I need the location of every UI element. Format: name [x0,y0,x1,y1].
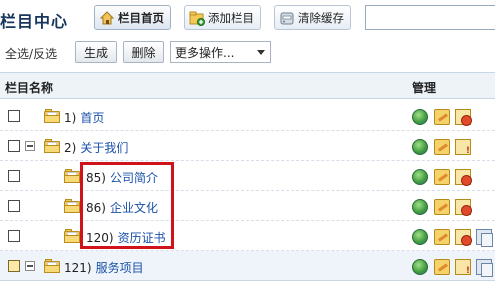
column-home-button[interactable]: 栏目首页 [94,5,171,30]
row-checkbox[interactable] [8,140,20,152]
row-checkbox[interactable] [8,200,20,212]
generate-button[interactable]: 生成 [75,41,117,63]
row-checkbox[interactable] [8,230,20,242]
table-row: 85) 公司简介 [0,161,495,191]
app-title: 栏目中心 [0,12,69,31]
clear-cache-label: 清除缓存 [298,10,344,25]
row-link[interactable]: 服务项目 [96,261,144,275]
chevron-down-icon [257,50,265,55]
column-name-header: 栏目名称 [5,81,54,95]
add-column-button[interactable]: 添加栏目 [184,5,261,30]
collapse-icon[interactable] [25,261,35,271]
edit-icon[interactable] [434,259,450,275]
copy-icon[interactable] [476,229,493,247]
folder-icon [64,199,81,213]
copy-icon[interactable] [476,259,493,277]
table-row: 120) 资历证书 [0,221,495,251]
delete-icon[interactable] [455,229,472,246]
column-home-label: 栏目首页 [118,10,164,25]
delete-icon[interactable] [455,109,472,126]
folder-icon [64,229,81,243]
row-link[interactable]: 首页 [80,111,104,125]
row-checkbox[interactable] [8,110,20,122]
toolbar: 全选/反选 生成 删除 更多操作... [0,40,495,66]
edit-icon[interactable] [434,169,450,185]
invert-selection-link[interactable]: 反选 [33,47,57,61]
table-row: 2) 关于我们 [0,131,495,161]
row-checkbox[interactable] [8,260,20,272]
highlight-box [80,162,174,249]
folder-icon [64,169,81,183]
globe-icon[interactable] [412,109,428,125]
more-actions-value: 更多操作... [175,45,235,60]
add-column-label: 添加栏目 [208,10,254,25]
delete-icon[interactable] [455,169,472,186]
warning-icon[interactable] [455,139,471,156]
table-row: 121) 服务项目 [0,251,495,281]
globe-icon[interactable] [412,229,428,245]
globe-icon[interactable] [412,139,428,155]
row-title: 2) 关于我们 [64,139,128,156]
delete-button[interactable]: 删除 [123,41,164,63]
search-input[interactable] [365,5,495,30]
clear-cache-icon [279,10,295,26]
select-all-link[interactable]: 全选 [5,47,29,61]
edit-icon[interactable] [434,109,450,125]
row-id: 121) [64,261,92,275]
folder-open-icon [44,139,61,153]
home-icon [99,10,115,26]
row-link[interactable]: 关于我们 [80,141,128,155]
collapse-icon[interactable] [25,141,35,151]
edit-icon[interactable] [434,199,450,215]
folder-icon [44,109,61,123]
globe-icon[interactable] [412,199,428,215]
row-title: 121) 服务项目 [64,259,144,276]
edit-icon[interactable] [434,229,450,245]
add-folder-icon [189,10,205,26]
select-controls: 全选/反选 [5,45,57,62]
edit-icon[interactable] [434,139,450,155]
manage-header: 管理 [412,81,437,95]
folder-open-icon [44,259,61,273]
globe-icon[interactable] [412,259,428,275]
warning-icon[interactable] [455,259,471,276]
row-id: 2) [64,141,77,155]
table-header: 栏目名称 管理 [0,72,495,99]
table-row: 1) 首页 [0,101,495,131]
row-checkbox[interactable] [8,170,20,182]
delete-icon[interactable] [455,199,472,216]
top-bar: 栏目中心 栏目首页 添加栏目 清除缓存 [0,0,495,36]
more-actions-select[interactable]: 更多操作... [170,41,271,63]
clear-cache-button[interactable]: 清除缓存 [274,5,351,30]
row-id: 1) [64,111,77,125]
globe-icon[interactable] [412,169,428,185]
row-title: 1) 首页 [64,109,104,126]
table-row: 86) 企业文化 [0,191,495,221]
